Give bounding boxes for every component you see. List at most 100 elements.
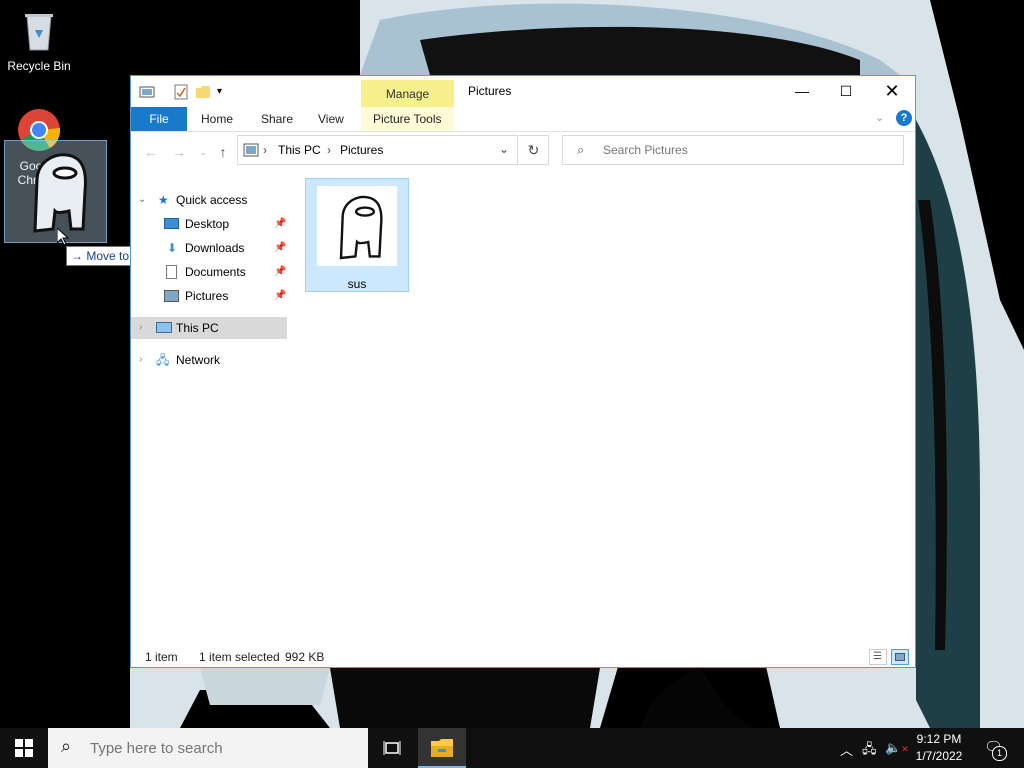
file-item[interactable]: sus: [305, 178, 409, 292]
nav-item-label: This PC: [176, 321, 219, 335]
title-bar[interactable]: ▾ Manage Pictures — ☐ ✕: [131, 76, 915, 107]
task-view-button[interactable]: [368, 728, 416, 768]
clock-date: 1/7/2022: [915, 749, 963, 763]
action-center-button[interactable]: 🗨 1: [978, 728, 1018, 768]
nav-item-label: Desktop: [185, 217, 230, 231]
nav-item-label: Quick access: [176, 193, 248, 207]
new-folder-icon[interactable]: [195, 84, 211, 100]
tab-view[interactable]: View: [306, 107, 356, 131]
taskbar-file-explorer[interactable]: [418, 728, 466, 768]
nav-quick-access[interactable]: ⌄ ★ Quick access: [131, 189, 287, 211]
address-dropdown-icon[interactable]: ⌄: [499, 142, 509, 156]
taskbar-search-box[interactable]: ⌕: [48, 728, 368, 768]
pin-icon[interactable]: 📌: [274, 213, 286, 235]
system-clock[interactable]: 9:12 PM 1/7/2022: [904, 731, 974, 765]
clock-time: 9:12 PM: [916, 732, 962, 746]
expand-ribbon-icon[interactable]: ⌄: [875, 111, 884, 124]
pictures-location-icon: [243, 143, 259, 157]
large-icons-view-icon: [895, 653, 905, 661]
pin-icon[interactable]: 📌: [274, 261, 286, 283]
taskbar-search-input[interactable]: [88, 739, 352, 758]
amogus-thumbnail-icon: [33, 153, 87, 233]
ribbon-tabs: File Home Share View Picture Tools ⌄ ?: [131, 107, 915, 132]
network-icon: 🖧: [156, 353, 170, 367]
nav-item-label: Network: [176, 353, 221, 367]
nav-downloads[interactable]: ⬇ Downloads 📌: [131, 237, 287, 259]
window-title: Pictures: [468, 84, 512, 98]
nav-this-pc[interactable]: › This PC: [131, 317, 287, 339]
refresh-button[interactable]: ↻: [519, 135, 549, 165]
file-name: sus: [347, 277, 367, 291]
close-button[interactable]: ✕: [869, 76, 915, 106]
address-row: ← → ⌄ ↑ › This PC › Pictures ⌄ ↻ ⌕: [131, 132, 915, 170]
help-icon[interactable]: ?: [896, 110, 912, 126]
recent-locations-button[interactable]: ⌄: [195, 144, 211, 160]
expand-chevron-icon[interactable]: ›: [139, 349, 142, 371]
network-tray-icon[interactable]: 🖧: [862, 740, 877, 762]
up-button[interactable]: ↑: [215, 144, 231, 160]
search-icon: ⌕: [577, 142, 585, 157]
drag-preview: [4, 140, 107, 243]
desktop: Recycle Bin Google Chrome → Move to Desk…: [0, 0, 1024, 728]
breadcrumb-this-pc[interactable]: This PC: [278, 143, 321, 157]
properties-icon[interactable]: [173, 84, 189, 100]
desktop-icon-label: Recycle Bin: [7, 59, 71, 73]
arrow-right-icon: →: [71, 249, 87, 263]
star-icon: ★: [158, 193, 169, 207]
show-hidden-icons-chevron-icon[interactable]: ︿: [840, 740, 853, 759]
selection-count: 1 item selected: [199, 650, 280, 664]
minimize-button[interactable]: —: [779, 76, 825, 106]
taskbar: ⌕ ︿ 🖧 🔈✕ 9:12 PM 1/7/2022 🗨 1: [0, 728, 1024, 768]
details-view-icon: ☰: [873, 651, 882, 662]
back-button[interactable]: ←: [143, 144, 159, 160]
large-icons-view-button[interactable]: [891, 649, 909, 665]
windows-logo-icon: [15, 739, 33, 757]
tab-home[interactable]: Home: [189, 107, 245, 131]
file-explorer-window[interactable]: ▾ Manage Pictures — ☐ ✕ File Home Share …: [130, 75, 916, 668]
downloads-folder-icon: ⬇: [167, 241, 178, 255]
pictures-folder-icon: [164, 290, 179, 302]
details-view-button[interactable]: ☰: [869, 649, 887, 665]
search-box[interactable]: ⌕: [562, 135, 904, 165]
recycle-bin-icon: [25, 14, 53, 51]
notification-count-badge: 1: [992, 746, 1007, 761]
nav-network[interactable]: › 🖧 Network: [131, 349, 287, 371]
forward-button[interactable]: →: [171, 144, 187, 160]
tab-share[interactable]: Share: [249, 107, 305, 131]
cursor-arrow-icon: [57, 228, 69, 246]
documents-folder-icon: [166, 265, 177, 279]
address-bar[interactable]: › This PC › Pictures ⌄: [237, 135, 518, 165]
desktop-icon-recycle-bin[interactable]: Recycle Bin: [1, 8, 77, 73]
selection-size: 992 KB: [285, 650, 325, 664]
manage-context-tab[interactable]: Manage: [361, 80, 454, 107]
nav-item-label: Documents: [185, 265, 246, 279]
tab-file[interactable]: File: [131, 107, 187, 131]
task-view-icon: [383, 741, 401, 755]
item-count: 1 item: [145, 650, 178, 664]
status-bar: 1 item 1 item selected 992 KB ☰: [131, 646, 915, 668]
maximize-button[interactable]: ☐: [823, 76, 869, 106]
breadcrumb-separator: ›: [263, 143, 267, 157]
file-list: sus: [305, 178, 905, 638]
collapse-chevron-icon[interactable]: ⌄: [138, 189, 146, 211]
start-button[interactable]: [0, 728, 48, 768]
window-menu-icon[interactable]: [139, 84, 155, 100]
file-explorer-icon: [431, 739, 453, 757]
search-input[interactable]: [601, 142, 895, 158]
breadcrumb-pictures[interactable]: Pictures: [340, 143, 383, 157]
amogus-thumbnail-icon: [317, 186, 397, 266]
computer-icon: [156, 322, 172, 333]
nav-item-label: Pictures: [185, 289, 229, 303]
pin-icon[interactable]: 📌: [274, 237, 286, 259]
expand-chevron-icon[interactable]: ›: [139, 317, 142, 339]
breadcrumb-separator: ›: [327, 143, 331, 157]
pin-icon[interactable]: 📌: [274, 285, 286, 307]
desktop-folder-icon: [164, 218, 179, 229]
nav-item-label: Downloads: [185, 241, 245, 255]
nav-desktop[interactable]: Desktop 📌: [131, 213, 287, 235]
search-icon: ⌕: [61, 736, 72, 756]
tab-picture-tools[interactable]: Picture Tools: [361, 107, 454, 131]
customize-quick-access-icon[interactable]: ▾: [217, 84, 233, 100]
nav-pictures[interactable]: Pictures 📌: [131, 285, 287, 307]
nav-documents[interactable]: Documents 📌: [131, 261, 287, 283]
